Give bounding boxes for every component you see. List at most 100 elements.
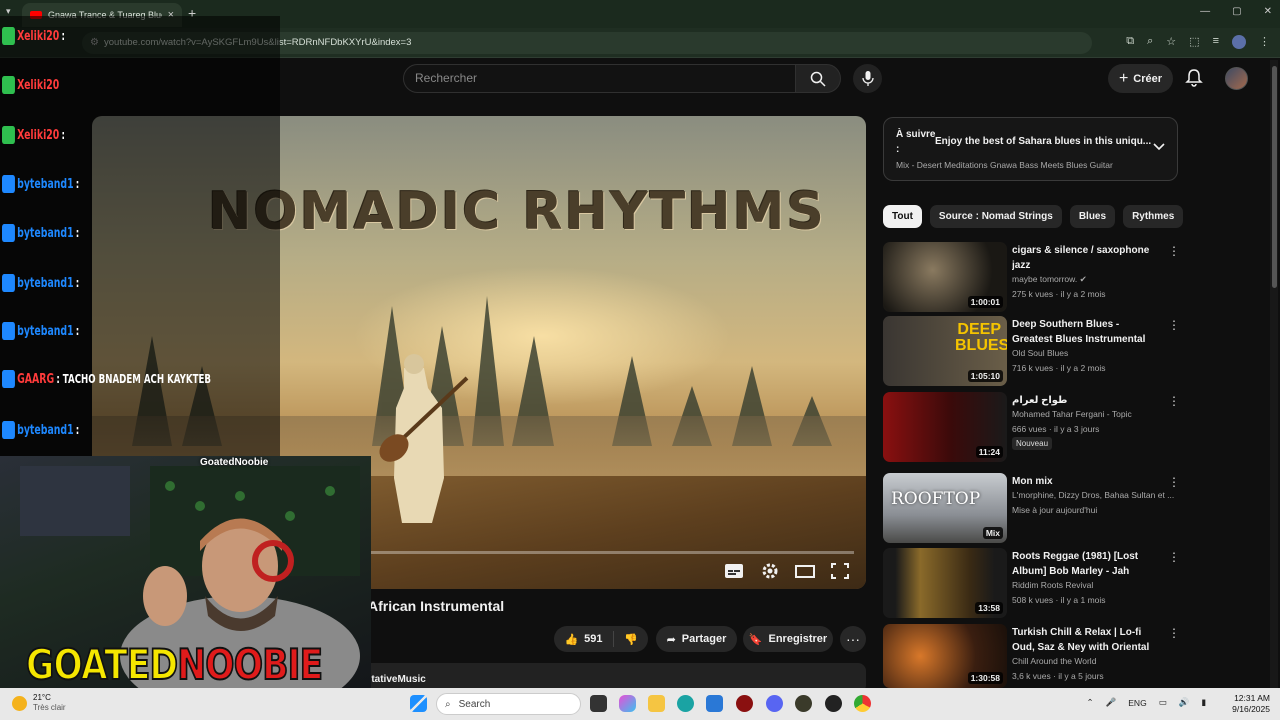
edge-icon[interactable] [677, 695, 694, 712]
account-avatar[interactable] [1225, 67, 1248, 90]
chat-username: byteband1 [17, 323, 74, 339]
windows-start-icon[interactable] [410, 695, 427, 712]
dislike-button[interactable]: 👎 [614, 633, 648, 646]
discord-icon[interactable] [766, 695, 783, 712]
video-overlay-title: NOMADIC RHYTHMS [208, 182, 826, 242]
profile-avatar-icon[interactable] [1232, 35, 1246, 49]
thumbs-up-icon: 👍 [564, 633, 579, 646]
recommendation-title: Deep Southern Blues - Greatest Blues Ins… [1012, 319, 1146, 345]
fullscreen-icon[interactable] [830, 562, 850, 580]
extensions-icon[interactable]: ⬚ [1189, 35, 1199, 49]
chat-username: byteband1 [17, 422, 74, 438]
more-actions-button[interactable]: ··· [840, 626, 866, 652]
more-options-icon[interactable]: ⋮ [1168, 244, 1180, 258]
app-red-icon[interactable] [736, 695, 753, 712]
settings-gear-icon[interactable] [760, 562, 780, 580]
recommendation-stats: Mise à jour aujourd'hui [1012, 505, 1098, 515]
more-options-icon[interactable]: ⋮ [1168, 475, 1180, 489]
more-options-icon[interactable]: ⋮ [1168, 394, 1180, 408]
store-icon[interactable] [706, 695, 723, 712]
theater-mode-icon[interactable] [795, 562, 815, 580]
network-icon[interactable]: ▭ [1159, 697, 1167, 708]
app-green-icon[interactable] [795, 695, 812, 712]
chat-badge-icon [2, 274, 15, 292]
notifications-bell-icon[interactable] [1184, 68, 1204, 88]
more-options-icon[interactable]: ⋮ [1168, 550, 1180, 564]
video-thumbnail[interactable]: 11:24 [883, 392, 1007, 462]
verified-check-icon: ✔ [1079, 274, 1087, 284]
task-view-icon[interactable] [590, 695, 607, 712]
recommendation-item[interactable]: 1:30:58 Turkish Chill & Relax | Lo-fi Ou… [883, 624, 1183, 696]
search-button[interactable] [795, 64, 841, 93]
weather-desc: Très clair [33, 703, 66, 712]
chip-rhythms[interactable]: Rythmes [1123, 205, 1184, 228]
recommendation-item[interactable]: 13:58 Roots Reggae (1981) [Lost Album] B… [883, 548, 1183, 620]
chrome-icon[interactable] [854, 695, 871, 712]
duration-badge: 1:30:58 [967, 672, 1003, 684]
video-thumbnail[interactable]: 13:58 [883, 548, 1007, 618]
duration-badge: Mix [982, 527, 1003, 539]
minimize-icon[interactable]: — [1200, 6, 1210, 17]
weather-widget[interactable]: 21°C Très clair [12, 693, 66, 713]
system-tray: ⌃ 🎤 ENG ▭ 🔊 ▮ [1087, 697, 1206, 708]
up-next-title: Enjoy the best of Sahara blues in this u… [935, 136, 1152, 147]
install-app-icon[interactable]: ⧉ [1126, 35, 1134, 49]
filter-chips: Tout Source : Nomad Strings Blues Rythme… [883, 205, 1184, 228]
like-count: 591 [584, 633, 603, 645]
more-options-icon[interactable]: ⋮ [1168, 318, 1180, 332]
recommendation-item[interactable]: ROOFTOP Mix Mon mix L'morphine, Dizzy Dr… [883, 473, 1183, 545]
recommendation-item[interactable]: 11:24 طواح لعرام Mohamed Tahar Fergani -… [883, 392, 1183, 464]
volume-icon[interactable]: 🔊 [1179, 697, 1190, 708]
page-scrollbar-thumb[interactable] [1272, 66, 1277, 288]
save-button[interactable]: 🔖 Enregistrer [743, 626, 833, 652]
video-thumbnail[interactable]: ROOFTOP Mix [883, 473, 1007, 543]
search-input[interactable]: Rechercher [403, 64, 796, 93]
chevron-down-icon[interactable] [1153, 143, 1165, 151]
duration-badge: 1:00:01 [967, 296, 1003, 308]
share-label: Partager [681, 633, 727, 645]
create-button[interactable]: + Créer [1108, 64, 1173, 93]
taskbar-search[interactable]: ⌕ Search [436, 693, 581, 715]
chip-blues[interactable]: Blues [1069, 205, 1116, 228]
recommendation-item[interactable]: 1:00:01 cigars & silence / saxophone jaz… [883, 242, 1183, 314]
recommendation-channel: Old Soul Blues [1012, 348, 1069, 358]
copilot-icon[interactable] [619, 695, 636, 712]
weather-temp: 21°C [33, 693, 51, 702]
chat-badge-icon [2, 27, 15, 45]
share-button[interactable]: ➦ Partager [656, 626, 737, 652]
subtitles-icon[interactable] [724, 562, 744, 580]
battery-icon[interactable]: ▮ [1201, 697, 1206, 708]
chip-source[interactable]: Source : Nomad Strings [929, 205, 1062, 228]
tray-mic-icon[interactable]: 🎤 [1106, 697, 1117, 708]
tray-chevron-icon[interactable]: ⌃ [1087, 697, 1094, 708]
taskbar-clock[interactable]: 12:31 AM 9/16/2025 [1232, 693, 1270, 715]
taskbar-search-label: Search [458, 698, 491, 710]
recommendation-stats: 3,6 k vues · il y a 5 jours [1012, 671, 1104, 681]
chip-all[interactable]: Tout [883, 205, 922, 228]
chat-text: : [75, 324, 80, 338]
video-thumbnail[interactable]: DEEP BLUES 1:05:10 [883, 316, 1007, 386]
video-thumbnail[interactable]: 1:30:58 [883, 624, 1007, 688]
chat-message: byteband1: [2, 322, 79, 340]
obs-icon[interactable] [825, 695, 842, 712]
voice-search-button[interactable] [853, 64, 882, 93]
zoom-icon[interactable]: ⌕ [1147, 35, 1153, 49]
more-options-icon[interactable]: ⋮ [1168, 626, 1180, 640]
like-button[interactable]: 👍 591 [554, 631, 614, 647]
reading-list-icon[interactable]: ≡ [1213, 35, 1219, 49]
microphone-icon [861, 71, 874, 86]
close-window-icon[interactable]: ✕ [1264, 6, 1272, 17]
bookmark-star-icon[interactable]: ☆ [1166, 35, 1176, 49]
recommendation-channel: Chill Around the World [1012, 656, 1097, 666]
maximize-icon[interactable]: ▢ [1232, 6, 1241, 17]
chat-text: : [61, 128, 65, 142]
chat-username: byteband1 [17, 225, 74, 241]
recommendation-item[interactable]: DEEP BLUES 1:05:10 Deep Southern Blues -… [883, 316, 1183, 388]
chat-username: GAARG [17, 371, 55, 387]
video-thumbnail[interactable]: 1:00:01 [883, 242, 1007, 312]
up-next-card[interactable]: À suivre : Enjoy the best of Sahara blue… [883, 117, 1178, 181]
chat-badge-icon [2, 370, 15, 388]
language-indicator[interactable]: ENG [1128, 698, 1146, 708]
file-explorer-icon[interactable] [648, 695, 665, 712]
browser-menu-icon[interactable]: ⋮ [1259, 35, 1270, 49]
